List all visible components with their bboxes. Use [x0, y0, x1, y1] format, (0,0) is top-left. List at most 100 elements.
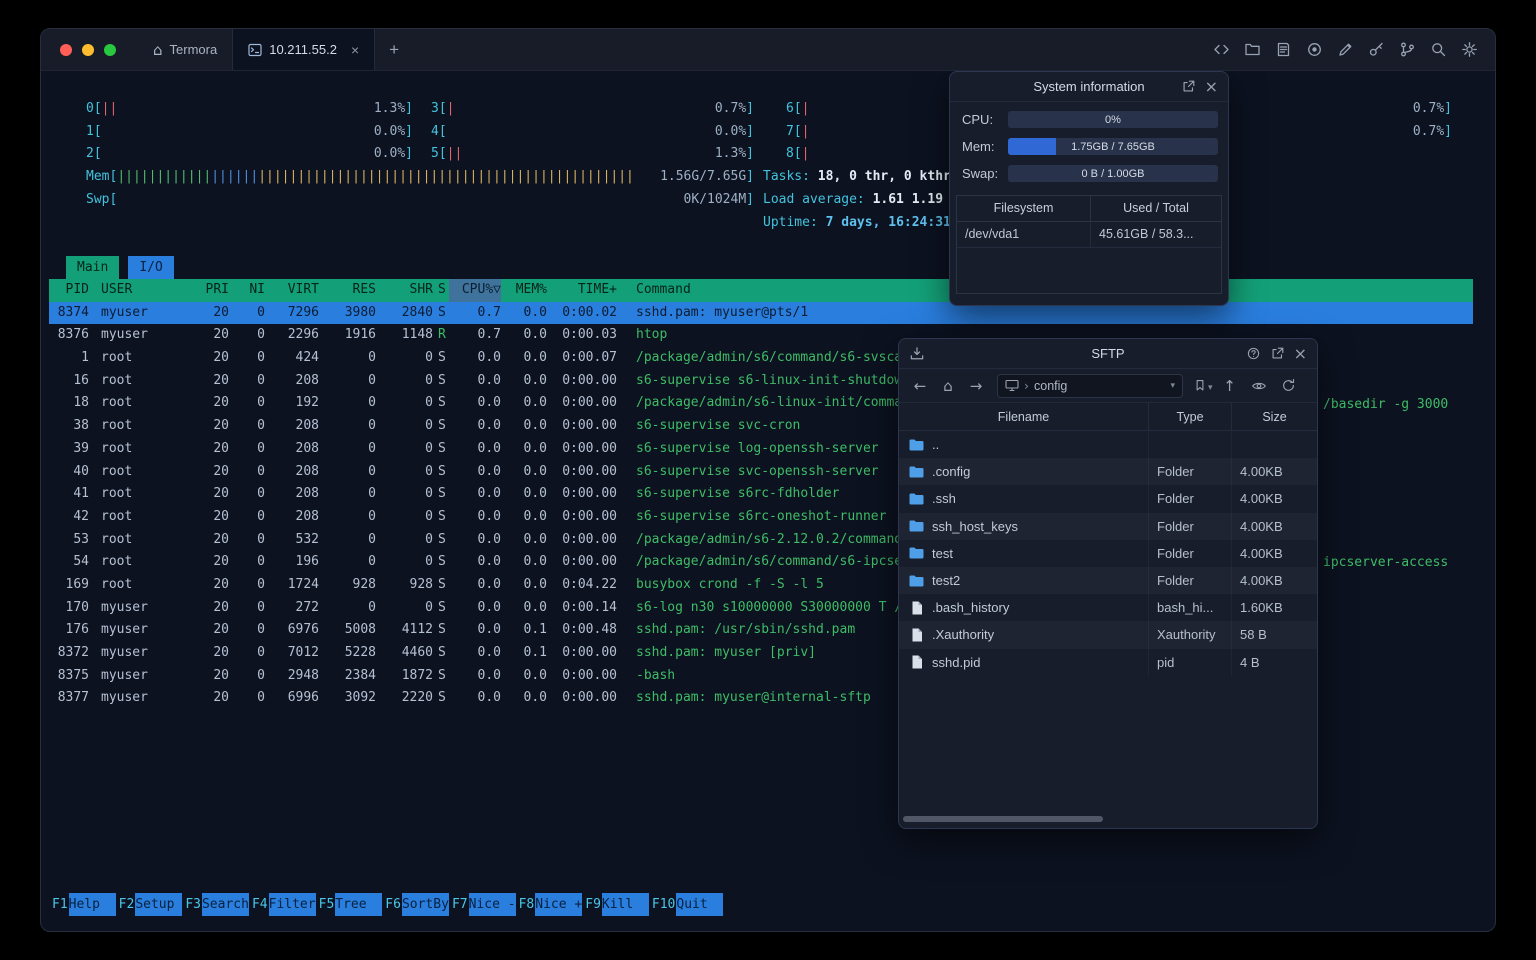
file-name: .Xauthority: [932, 627, 995, 643]
cpu-usage-row: CPU: 0%: [962, 110, 1218, 129]
pencil-icon[interactable]: [1333, 38, 1357, 62]
file-icon: [909, 655, 924, 669]
parent-directory-icon[interactable]: ↑: [1219, 377, 1241, 395]
titlebar: ⌂ Termora 10.211.55.2 × +: [41, 29, 1495, 71]
terminal-icon: [248, 43, 262, 57]
sftp-row-test2[interactable]: test2 Folder 4.00KB: [899, 566, 1317, 595]
sysinfo-open-in-window-icon[interactable]: [1181, 79, 1196, 94]
sftp-titlebar: SFTP ×: [899, 339, 1317, 369]
path-dropdown-icon[interactable]: ▾: [1170, 381, 1175, 391]
fnkey-f1[interactable]: F1 Help: [49, 893, 116, 916]
folder-icon: [909, 493, 924, 505]
titlebar-toolbar: [1209, 29, 1495, 70]
search-icon[interactable]: [1426, 38, 1450, 62]
sftp-row-.bash_history[interactable]: .bash_history bash_hi... 1.60KB: [899, 594, 1317, 622]
folder-icon: [909, 547, 924, 559]
fnkey-f4[interactable]: F4 Filter: [249, 893, 316, 916]
function-key-bar: F1 Help F2 Setup F3 Search F4 Filter F5 Tree F6 Sor…: [49, 893, 724, 916]
file-size: 4 B: [1240, 654, 1260, 670]
fnkey-f8[interactable]: F8 Nice +: [516, 893, 583, 916]
sftp-row-.config[interactable]: .config Folder 4.00KB: [899, 458, 1317, 486]
sysinfo-title: System information: [1033, 79, 1145, 94]
filesystem-row[interactable]: /dev/vda1 45.61GB / 58.3...: [957, 222, 1221, 248]
folder-icon: [909, 439, 924, 451]
settings-icon[interactable]: [1457, 38, 1481, 62]
sftp-row-.ssh[interactable]: .ssh Folder 4.00KB: [899, 485, 1317, 513]
close-window-button[interactable]: [60, 43, 72, 56]
fnkey-f2[interactable]: F2 Setup: [116, 893, 183, 916]
file-name: test2: [932, 573, 961, 589]
sysinfo-close-icon[interactable]: ×: [1205, 78, 1218, 95]
filesystem-table: Filesystem Used / Total /dev/vda1 45.61G…: [956, 195, 1222, 294]
record-icon[interactable]: [1302, 38, 1326, 62]
sftp-title: SFTP: [1091, 346, 1125, 361]
mem-progress-bar: 1.75GB / 7.65GB: [1008, 138, 1218, 155]
back-icon[interactable]: ←: [909, 377, 931, 395]
bookmarks-dropdown-icon: ▾: [1208, 383, 1213, 393]
traffic-lights: [41, 29, 138, 70]
folder-icon[interactable]: [1240, 38, 1264, 62]
file-type: Folder: [1149, 539, 1232, 567]
file-icon: [909, 628, 924, 642]
swap-progress-bar: 0 B / 1.00GB: [1008, 165, 1218, 182]
system-information-panel: System information × CPU: 0% Mem: 1.75GB…: [949, 71, 1229, 306]
local-machine-icon: [1005, 379, 1019, 392]
fnkey-f3[interactable]: F3 Search: [182, 893, 249, 916]
sftp-row-test[interactable]: test Folder 4.00KB: [899, 539, 1317, 567]
cpu-progress-bar: 0%: [1008, 111, 1218, 128]
sftp-row-ssh_host_keys[interactable]: ssh_host_keys Folder 4.00KB: [899, 512, 1317, 540]
sftp-close-icon[interactable]: ×: [1294, 345, 1307, 362]
column-size[interactable]: Size: [1232, 403, 1317, 430]
fnkey-f10[interactable]: F10 Quit: [649, 893, 724, 916]
sftp-horizontal-scrollbar[interactable]: [903, 816, 1103, 822]
path-breadcrumb[interactable]: › config ▾: [997, 373, 1183, 398]
tab-termora-home[interactable]: ⌂ Termora: [138, 29, 232, 70]
file-icon: [909, 601, 924, 615]
file-size: 4.00KB: [1240, 464, 1283, 480]
refresh-icon[interactable]: [1277, 378, 1301, 393]
column-filename[interactable]: Filename: [899, 403, 1149, 430]
bookmarks-button[interactable]: ▾: [1193, 378, 1213, 393]
file-size: 1.60KB: [1240, 600, 1283, 616]
sftp-row-sshd.pid[interactable]: sshd.pid pid 4 B: [899, 648, 1317, 676]
close-tab-icon[interactable]: ×: [351, 42, 359, 58]
folder-icon: [909, 520, 924, 532]
mem-usage-row: Mem: 1.75GB / 7.65GB: [962, 137, 1218, 156]
fnkey-f5[interactable]: F5 Tree: [316, 893, 383, 916]
cpu-label: CPU:: [962, 112, 994, 127]
swap-usage-row: Swap: 0 B / 1.00GB: [962, 164, 1218, 183]
sftp-row-..[interactable]: ..: [899, 431, 1317, 459]
file-name: ..: [932, 437, 940, 453]
session-tab-label: 10.211.55.2: [269, 42, 337, 57]
file-type: Folder: [1149, 458, 1232, 486]
file-type: Folder: [1149, 512, 1232, 540]
zoom-window-button[interactable]: [104, 43, 116, 56]
fnkey-f7[interactable]: F7 Nice -: [449, 893, 516, 916]
transfers-download-icon[interactable]: [909, 346, 925, 362]
new-tab-button[interactable]: +: [375, 29, 413, 70]
fnkey-f9[interactable]: F9 Kill: [582, 893, 649, 916]
documents-icon[interactable]: [1271, 38, 1295, 62]
help-icon[interactable]: [1246, 346, 1261, 361]
path-segment-config[interactable]: config: [1034, 379, 1067, 393]
file-name: .bash_history: [932, 600, 1010, 616]
tab-session-10-211-55-2[interactable]: 10.211.55.2 ×: [232, 29, 376, 70]
mem-progress-text: 1.75GB / 7.65GB: [1071, 140, 1155, 153]
sftp-table-header: Filename Type Size: [899, 403, 1317, 431]
minimize-window-button[interactable]: [82, 43, 94, 56]
file-size: 58 B: [1240, 627, 1267, 643]
home-icon: ⌂: [153, 40, 163, 59]
file-size: 4.00KB: [1240, 491, 1283, 507]
fnkey-f6[interactable]: F6 SortBy: [382, 893, 449, 916]
branch-icon[interactable]: [1395, 38, 1419, 62]
key-icon[interactable]: [1364, 38, 1388, 62]
home-directory-icon[interactable]: ⌂: [937, 377, 959, 395]
sftp-row-.Xauthority[interactable]: .Xauthority Xauthority 58 B: [899, 621, 1317, 649]
sftp-open-in-window-icon[interactable]: [1270, 346, 1285, 361]
code-icon[interactable]: [1209, 38, 1233, 62]
show-hidden-files-icon[interactable]: [1247, 378, 1271, 394]
column-type[interactable]: Type: [1149, 403, 1232, 430]
forward-icon[interactable]: →: [965, 377, 987, 395]
file-type: bash_hi...: [1149, 594, 1232, 622]
file-name: sshd.pid: [932, 654, 981, 670]
